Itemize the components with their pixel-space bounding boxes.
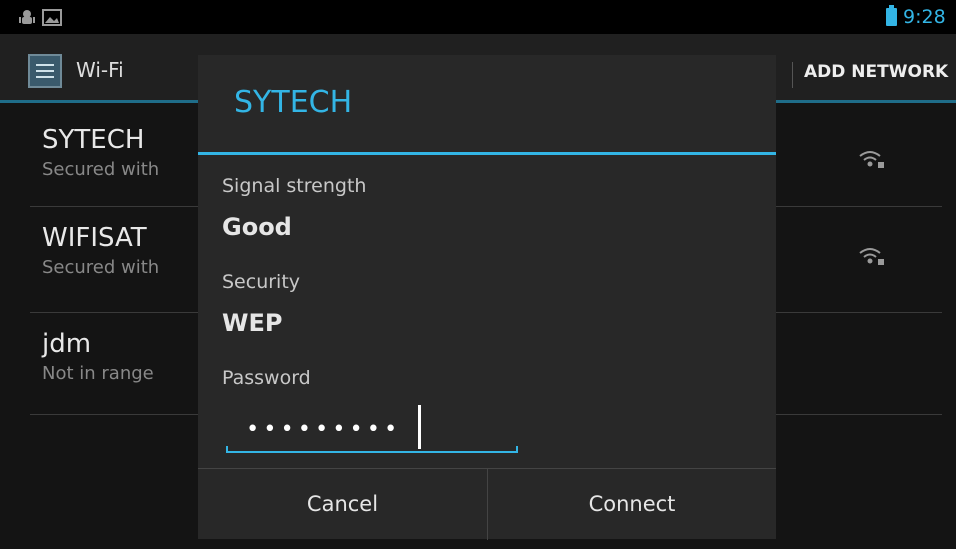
network-name: SYTECH	[42, 125, 145, 155]
cancel-button[interactable]: Cancel	[198, 469, 487, 540]
network-name: WIFISAT	[42, 223, 147, 253]
add-network-button[interactable]: ADD NETWORK	[804, 62, 948, 82]
wifi-locked-icon	[859, 248, 884, 265]
signal-strength-label: Signal strength	[222, 175, 367, 197]
title-divider	[198, 152, 776, 155]
list-item[interactable]: SYTECH Secured with	[42, 125, 202, 180]
security-label: Security	[222, 271, 301, 293]
list-item[interactable]: WIFISAT Secured with	[42, 223, 202, 278]
connect-button[interactable]: Connect	[488, 469, 776, 540]
android-debug-icon	[19, 10, 35, 24]
wifi-connect-dialog: SYTECH Signal strength Good Security WEP…	[198, 55, 776, 540]
password-label: Password	[222, 367, 311, 389]
input-underline	[226, 446, 518, 453]
battery-charging-icon	[886, 5, 897, 26]
clock: 9:28	[903, 6, 946, 28]
wifi-locked-icon	[859, 151, 884, 168]
network-status: Secured with	[42, 257, 160, 278]
network-name: jdm	[42, 329, 92, 359]
dialog-button-bar: Cancel Connect	[198, 468, 776, 540]
list-item[interactable]: jdm Not in range	[42, 329, 202, 384]
network-status: Not in range	[42, 363, 154, 384]
wifi-settings-icon[interactable]	[28, 54, 62, 88]
signal-strength-value: Good	[222, 213, 292, 241]
network-status: Secured with	[42, 159, 160, 180]
action-bar-title[interactable]: Wi-Fi	[76, 58, 124, 82]
password-field[interactable]: •••••••••	[226, 405, 518, 455]
image-notification-icon	[42, 9, 62, 26]
text-cursor	[418, 405, 421, 449]
security-value: WEP	[222, 309, 283, 337]
dialog-title: SYTECH	[234, 85, 353, 120]
password-value: •••••••••	[246, 417, 402, 442]
status-bar: 9:28	[0, 0, 956, 34]
action-divider	[792, 62, 793, 88]
